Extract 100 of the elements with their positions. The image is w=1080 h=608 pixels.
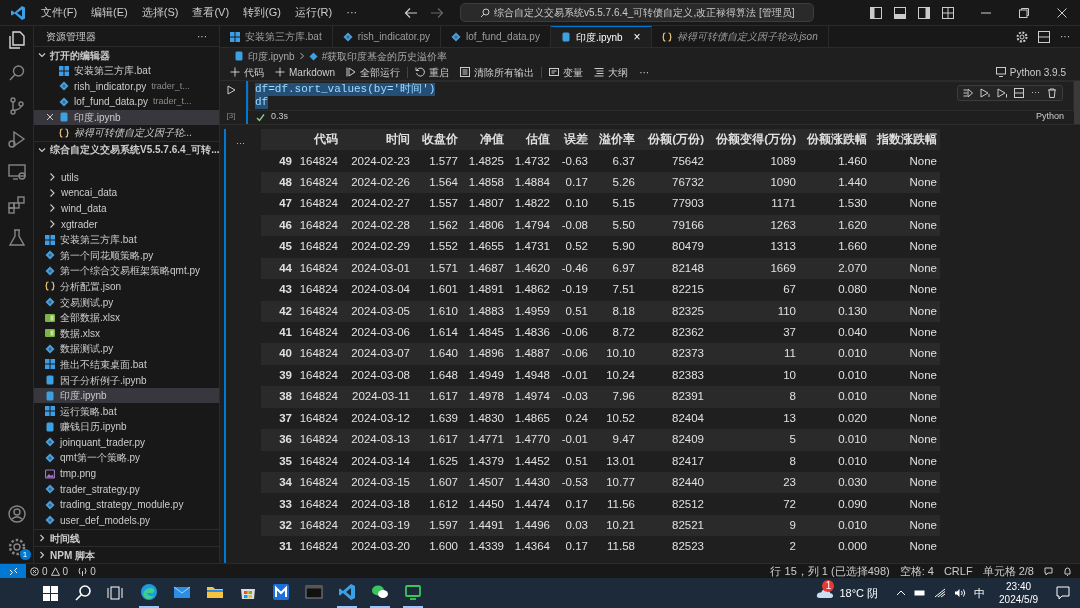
file-item[interactable]: joinquant_trader.py bbox=[34, 434, 219, 451]
run-cell-icon[interactable] bbox=[226, 85, 236, 95]
menu-item[interactable]: 查看(V) bbox=[185, 2, 237, 23]
folder-item[interactable]: wencai_data bbox=[34, 185, 219, 201]
browser-icon[interactable] bbox=[139, 582, 159, 602]
account-icon[interactable] bbox=[6, 504, 27, 524]
folder-item[interactable]: wind_data bbox=[34, 200, 219, 217]
back-arrow-icon[interactable] bbox=[404, 6, 419, 19]
breadcrumb-item[interactable]: #获取印度基金的历史溢价率 bbox=[321, 48, 448, 64]
feedback-icon[interactable] bbox=[1044, 566, 1053, 576]
open-editor-item[interactable]: 印度.ipynb bbox=[34, 109, 219, 125]
section-header[interactable]: 打开的编辑器 bbox=[34, 46, 219, 63]
file-item[interactable]: 全部数据.xlsx bbox=[34, 309, 219, 326]
editor-tab[interactable]: rish_indicator.py bbox=[332, 26, 441, 47]
file-item[interactable]: 第一个同花顺策略.py bbox=[34, 247, 219, 264]
file-item[interactable]: 因子分析例子.ipynb bbox=[34, 372, 219, 388]
menu-item[interactable]: 选择(S) bbox=[134, 2, 186, 23]
chevron-right-icon[interactable] bbox=[48, 219, 56, 230]
code-editor-icon[interactable] bbox=[337, 582, 357, 602]
output-more-actions[interactable]: ··· bbox=[236, 138, 245, 148]
battery-icon[interactable] bbox=[914, 588, 927, 598]
file-item[interactable]: 推出不结束桌面.bat bbox=[34, 356, 219, 373]
editor-tab[interactable]: 安装第三方库.bat bbox=[220, 26, 333, 47]
ports-status[interactable]: 0 bbox=[78, 563, 96, 579]
folder-item[interactable]: xgtrader bbox=[34, 216, 219, 232]
open-editor-item[interactable]: lof_fund_data.py trader_t... bbox=[34, 94, 219, 110]
file-item[interactable]: qmt第一个策略.py bbox=[34, 450, 219, 466]
file-item[interactable]: 赚钱日历.ipynb bbox=[34, 419, 219, 435]
toolbar-button[interactable]: ··· bbox=[635, 64, 654, 80]
toolbar-button[interactable]: 变量 bbox=[545, 64, 588, 80]
toolbar-button[interactable]: 全部运行 bbox=[342, 64, 405, 80]
windows-start-icon[interactable] bbox=[40, 583, 60, 603]
problems-status[interactable]: 0 0 bbox=[30, 563, 69, 579]
run-debug-icon[interactable] bbox=[6, 129, 27, 149]
chevron-up-icon[interactable] bbox=[896, 588, 907, 598]
menu-item[interactable]: 运行(R) bbox=[287, 2, 340, 23]
speaker-icon[interactable] bbox=[954, 588, 967, 598]
toolbar-button[interactable]: 代码 bbox=[226, 64, 268, 80]
chevron-right-icon[interactable] bbox=[48, 172, 56, 183]
close-tab-button[interactable]: × bbox=[633, 28, 641, 46]
secondary-sidebar-icon[interactable] bbox=[918, 6, 930, 19]
menu-item[interactable]: 转到(G) bbox=[236, 2, 288, 23]
editor-tab[interactable]: 禄得可转债自定义因子轮动.json bbox=[651, 26, 829, 47]
file-item[interactable]: 交易测试.py bbox=[34, 294, 219, 310]
settings-icon[interactable] bbox=[6, 537, 27, 557]
status-item[interactable]: CRLF bbox=[943, 564, 973, 578]
task-view-icon[interactable] bbox=[106, 583, 126, 603]
split-cell-icon[interactable] bbox=[1014, 88, 1024, 98]
monitor-app-icon[interactable] bbox=[403, 582, 423, 602]
file-item[interactable]: 第一个综合交易框架策略qmt.py bbox=[34, 263, 219, 279]
toolbar-button[interactable]: Markdown bbox=[271, 64, 340, 80]
layout-icon[interactable] bbox=[942, 6, 954, 19]
editor-tab[interactable]: lof_fund_data.py bbox=[440, 26, 551, 47]
chevron-right-icon[interactable] bbox=[48, 203, 56, 214]
file-item[interactable]: 数据测试.py bbox=[34, 341, 219, 357]
file-item[interactable]: 数据.xlsx bbox=[34, 325, 219, 342]
file-item[interactable]: 运行策略.bat bbox=[34, 403, 219, 419]
kernel-picker[interactable]: Python 3.9.5 bbox=[995, 64, 1074, 80]
run-cell-icon[interactable] bbox=[980, 88, 990, 98]
restore-icon[interactable] bbox=[1018, 6, 1030, 19]
file-item[interactable]: 分析配置.json bbox=[34, 278, 219, 295]
split-editor-icon[interactable] bbox=[1038, 30, 1050, 43]
delete-icon[interactable] bbox=[1047, 88, 1057, 98]
sidebar-toggle-icon[interactable] bbox=[870, 6, 882, 19]
terminal-icon[interactable] bbox=[304, 582, 324, 602]
weather-widget[interactable]: 1 18°C 阴 bbox=[816, 578, 879, 608]
remote-explorer-icon[interactable] bbox=[6, 162, 27, 182]
command-center-search[interactable]: 综合自定义交易系统v5.5.7.6.4_可转债自定义,改正禄得算法 [管理员] bbox=[460, 3, 815, 22]
chevron-right-icon[interactable] bbox=[48, 187, 56, 198]
panel-toggle-icon[interactable] bbox=[894, 6, 906, 19]
file-item[interactable]: trading_strategy_module.py bbox=[34, 496, 219, 513]
toolbar-button[interactable]: 重启 bbox=[411, 64, 454, 80]
toolbar-button[interactable]: 清除所有输出 bbox=[456, 64, 539, 80]
toolbar-button[interactable]: 大纲 bbox=[590, 64, 633, 80]
file-item[interactable]: trader_strategy.py bbox=[34, 481, 219, 497]
settings-icon[interactable] bbox=[1016, 30, 1028, 43]
folder-item[interactable]: utils bbox=[34, 169, 219, 186]
files-icon[interactable] bbox=[6, 30, 27, 50]
file-item[interactable]: 安装第三方库.bat bbox=[34, 231, 219, 248]
more-actions[interactable]: ··· bbox=[1060, 29, 1070, 44]
run-above-icon[interactable] bbox=[963, 88, 973, 98]
file-item[interactable]: tmp.png bbox=[34, 465, 219, 482]
flask-icon[interactable] bbox=[6, 228, 27, 248]
more-actions[interactable]: ··· bbox=[1031, 86, 1040, 100]
input-method-indicator[interactable]: 中 bbox=[974, 584, 986, 602]
status-item[interactable]: 行 15，列 1 (已选择498) bbox=[770, 564, 890, 578]
open-editor-item[interactable]: 禄得可转债自定义因子轮... bbox=[34, 125, 219, 141]
file-item[interactable]: 印度.ipynb bbox=[34, 387, 219, 404]
bell-icon[interactable] bbox=[1063, 566, 1072, 576]
close-icon[interactable] bbox=[1056, 6, 1068, 19]
run-below-icon[interactable] bbox=[997, 88, 1007, 98]
editor-tab[interactable]: 印度.ipynb × bbox=[550, 26, 652, 47]
open-editor-item[interactable]: 安装第三方库.bat bbox=[34, 63, 219, 79]
scrollbar[interactable] bbox=[1074, 81, 1080, 124]
forward-arrow-icon[interactable] bbox=[430, 6, 445, 19]
breadcrumb-item[interactable]: 印度.ipynb bbox=[248, 48, 295, 64]
remote-button[interactable] bbox=[0, 564, 26, 578]
app-tile-icon[interactable] bbox=[271, 582, 291, 602]
file-item[interactable]: user_def_models.py bbox=[34, 512, 219, 529]
menu-item[interactable]: 编辑(E) bbox=[84, 2, 135, 23]
